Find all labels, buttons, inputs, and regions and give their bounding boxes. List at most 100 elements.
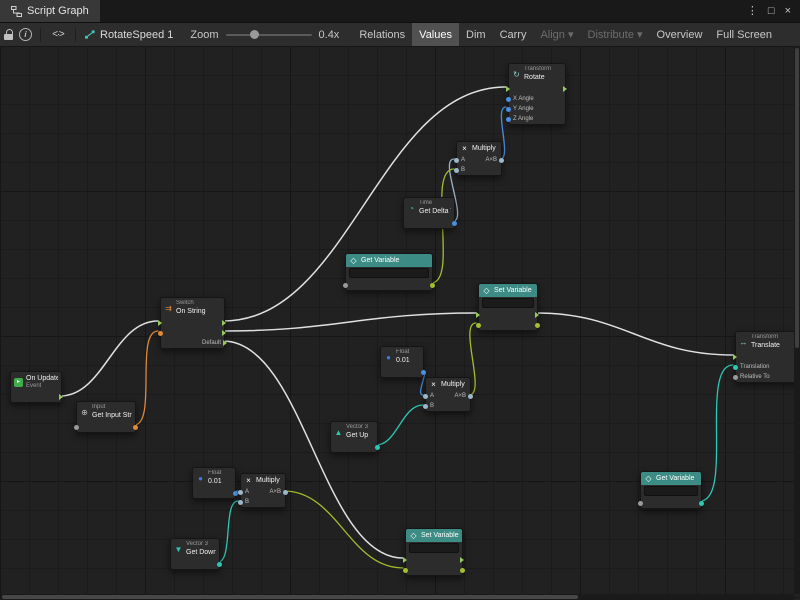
exec-port-icon [476,312,480,318]
edge-set-variable-mid-to-translate[interactable] [536,313,733,355]
code-view-icon[interactable]: <∙> [49,30,67,40]
port-label: Z Angle [513,116,533,122]
port-label: B [245,499,249,505]
zoom-control: Zoom 0.4x [190,29,339,41]
node-switch[interactable]: ⇉SwitchOn String Default [160,297,225,349]
z-angle-port[interactable]: Z Angle [511,116,533,122]
toolbar-button-distribute[interactable]: Distribute ▾ [581,23,650,46]
variable-name-field[interactable] [644,486,698,496]
node-get-input[interactable]: ⊕InputGet Input String [76,401,136,433]
node-multiply-bot[interactable]: ×MultiplyAA×BB [240,473,286,508]
node-float-bot[interactable]: ●Float0.01 [192,467,236,499]
switch-icon: ⇉ [164,304,173,313]
node-header: ●Float0.01 [381,347,423,367]
horizontal-scrollbar-thumb[interactable] [2,595,578,599]
port-label: Y Angle [513,106,534,112]
node-title: On String [176,307,206,316]
node-multiply-top[interactable]: ×MultiplyAA×BB [456,141,502,176]
variable-name-field[interactable] [482,298,534,308]
node-get-variable-br[interactable]: ◇Get Variable [640,471,702,509]
product-port[interactable]: A×B [454,393,468,399]
toolbar-button-relations[interactable]: Relations [352,23,412,46]
graph-canvas[interactable]: ↻TransformRotateX AngleY AngleZ Angle×Mu… [0,46,800,600]
lock-icon[interactable] [4,29,14,41]
node-set-variable-bot[interactable]: ◇Set Variable [405,528,463,576]
y-angle-port[interactable]: Y Angle [511,106,534,112]
zoom-value: 0.4x [319,29,340,41]
b-port[interactable]: B [459,167,465,173]
variable-name-field[interactable] [349,268,429,278]
b-port[interactable]: B [243,499,249,505]
node-get-variable-top[interactable]: ◇Get Variable [345,253,433,291]
port-row [381,367,423,377]
toolbar-button-dim[interactable]: Dim [459,23,493,46]
menu-icon[interactable]: ⋮ [747,6,758,17]
multiply-icon: × [429,380,438,389]
translation-port[interactable]: Translation [738,364,769,370]
node-on-update[interactable]: ▸On UpdateEvent [10,371,62,403]
node-get-down[interactable]: ▼Vector 3Get Down [170,538,220,570]
port-row [404,218,454,228]
node-set-variable-mid[interactable]: ◇Set Variable [478,283,538,331]
tab-bar: Script Graph ⋮ □ × [0,0,800,22]
edge-get-input-to-switch[interactable] [134,331,158,425]
close-icon[interactable]: × [785,6,791,17]
horizontal-scrollbar[interactable] [0,594,794,600]
a-port[interactable]: A [459,157,465,163]
port-row [11,392,61,402]
toolbar-button-overview[interactable]: Overview [650,23,710,46]
product-port[interactable]: A×B [485,157,499,163]
edge-get-up-to-multiply-mid[interactable] [376,405,423,445]
connection-edges-layer [0,46,800,600]
float-icon: ● [384,353,393,362]
node-rotate[interactable]: ↻TransformRotateX AngleY AngleZ Angle [508,63,566,125]
transform-icon: ↻ [512,70,521,79]
vertical-scrollbar[interactable] [794,46,800,594]
node-delta-time[interactable]: ◔TimeGet Delta Time [403,197,455,229]
node-header: ▲Vector 3Get Up [331,422,377,442]
toolbar-button-align[interactable]: Align ▾ [533,23,580,46]
toolbar-button-values[interactable]: Values [412,23,459,46]
a-port[interactable]: A [243,489,249,495]
value-port-icon [468,394,473,399]
port-label: Translation [740,364,769,370]
node-translate[interactable]: ↔TransformTranslateTranslationRelative T… [735,331,800,383]
variable-name-field[interactable] [409,543,459,553]
tab-script-graph[interactable]: Script Graph [0,0,100,22]
edge-on-update-to-switch[interactable] [60,321,158,396]
edge-get-variable-br-to-translate[interactable] [700,365,733,501]
zoom-slider-handle[interactable] [250,30,259,39]
node-title: Translate [751,341,780,350]
default-out-port[interactable]: Default [202,340,222,346]
node-kicker: Switch [176,300,206,307]
relative-to-port[interactable]: Relative To [738,374,770,380]
node-title: Multiply [441,380,465,389]
info-icon[interactable]: i [19,28,32,41]
port-row [736,352,800,362]
toolbar-button-carry[interactable]: Carry [493,23,534,46]
x-angle-port[interactable]: X Angle [511,96,534,102]
b-port[interactable]: B [428,403,434,409]
vertical-scrollbar-thumb[interactable] [795,48,799,348]
exec-port-icon [733,354,737,360]
value-port-icon [217,562,222,567]
port-label: A×B [269,489,281,495]
node-float-mid[interactable]: ●Float0.01 [380,346,424,378]
zoom-slider[interactable] [226,34,312,36]
product-port[interactable]: A×B [269,489,283,495]
node-title: Multiply [256,476,280,485]
node-kicker: Transform [751,334,780,341]
node-title: Set Variable [421,531,459,540]
a-port[interactable]: A [428,393,434,399]
edge-get-down-to-multiply-bot[interactable] [218,501,238,562]
value-port-icon [476,323,481,328]
graph-breadcrumb[interactable]: RotateSpeed 1 [84,29,173,41]
edge-switch-to-set-variable-mid[interactable] [223,313,476,331]
maximize-icon[interactable]: □ [768,6,775,17]
edge-multiply-bot-to-set-variable-bot[interactable] [284,491,403,568]
node-get-up[interactable]: ▲Vector 3Get Up [330,421,378,453]
port-label: Default [202,340,221,346]
toolbar-button-full-screen[interactable]: Full Screen [709,23,779,46]
exec-port-icon [59,394,63,400]
node-multiply-mid[interactable]: ×Multiply A A×B B [425,377,471,412]
